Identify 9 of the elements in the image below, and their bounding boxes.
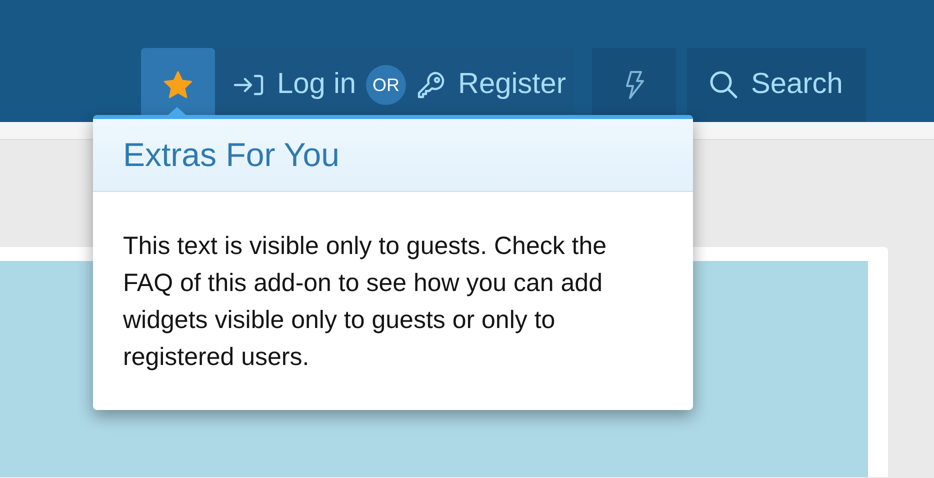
star-icon xyxy=(162,70,194,100)
popup-text: This text is visible only to guests. Check the FAQ of this add-on to see how you can add widgets visible only to guests or only to registered users. xyxy=(123,231,608,373)
search-icon xyxy=(709,70,740,100)
key-icon xyxy=(416,70,446,100)
lightning-icon xyxy=(623,70,646,100)
popup-title: Extras For You xyxy=(123,135,340,176)
or-badge: OR xyxy=(366,65,406,105)
login-icon xyxy=(233,72,265,98)
search-button[interactable]: Search xyxy=(687,48,866,122)
